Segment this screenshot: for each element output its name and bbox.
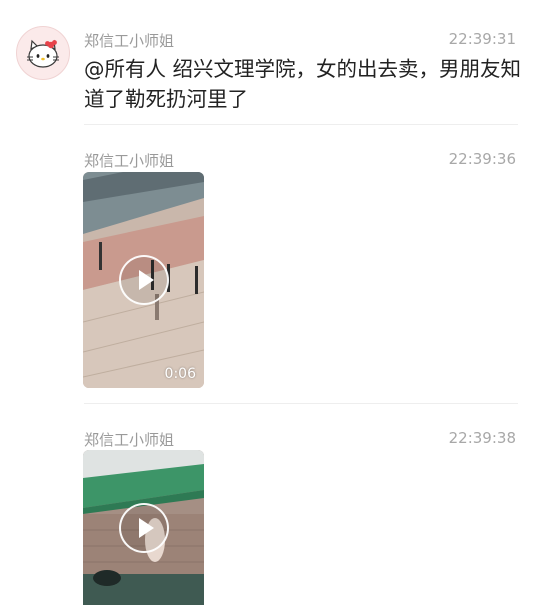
hello-kitty-avatar-icon	[27, 39, 59, 68]
play-icon	[138, 517, 154, 538]
sender-name: 郑信工小师姐	[84, 32, 175, 50]
sender-name: 郑信工小师姐	[84, 431, 175, 449]
avatar[interactable]	[16, 26, 70, 80]
play-button[interactable]	[118, 255, 169, 305]
message-timestamp: 22:39:31	[448, 30, 516, 48]
message-divider	[84, 124, 518, 125]
sender-name: 郑信工小师姐	[84, 152, 175, 170]
video-message-thumbnail[interactable]	[83, 450, 204, 605]
video-duration: 0:06	[164, 366, 196, 382]
play-button[interactable]	[118, 502, 169, 553]
message-timestamp: 22:39:38	[448, 429, 516, 447]
message-timestamp: 22:39:36	[448, 150, 516, 168]
video-message-thumbnail[interactable]: 0:06	[83, 172, 204, 388]
message-divider	[84, 403, 518, 404]
play-icon	[138, 270, 154, 290]
message-text: @所有人 绍兴文理学院，女的出去卖，男朋友知道了勒死扔河里了	[84, 57, 522, 111]
